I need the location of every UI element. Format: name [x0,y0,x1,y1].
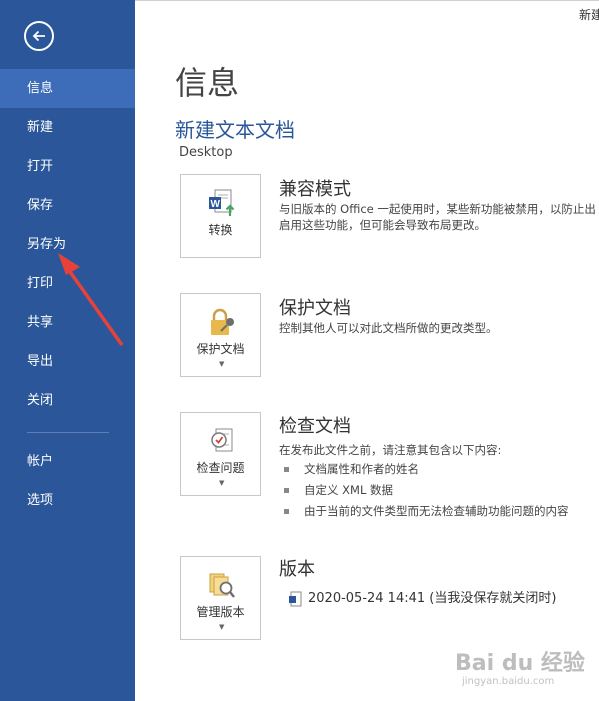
compat-mode-desc-1: 与旧版本的 Office 一起使用时，某些新功能被禁用，以防止出 [279,202,596,216]
manage-versions-label: 管理版本 [196,605,245,619]
chevron-down-icon: ▼ [219,360,225,368]
bullet-icon [284,488,289,493]
document-title: 新建文本文档 [175,118,295,142]
sidebar-item-new[interactable]: 新建 [0,108,135,147]
sidebar-item-options[interactable]: 选项 [0,481,135,520]
protect-document-button[interactable]: 保护文档 ▼ [180,293,261,377]
word-document-icon [289,591,302,606]
bullet-icon [284,509,289,514]
document-path: Desktop [179,145,233,160]
list-item: 文档属性和作者的姓名 [283,459,569,480]
page-title: 信息 [175,64,240,102]
compat-mode-desc-2: 启用这些功能，但可能会导致布局更改。 [279,218,486,232]
chevron-down-icon: ▼ [219,479,225,487]
check-issues-button[interactable]: 检查问题 ▼ [180,412,261,496]
protect-document-label: 保护文档 [196,342,245,356]
sidebar-item-account[interactable]: 帐户 [0,442,135,481]
inspect-document-icon [211,428,233,452]
manage-versions-icon [209,573,235,598]
back-arrow-icon [32,30,45,42]
compat-mode-heading: 兼容模式 [279,179,351,200]
check-issues-label: 检查问题 [196,461,245,475]
sidebar-item-open[interactable]: 打开 [0,147,135,186]
baidu-watermark-url: jingyan.baidu.com [462,676,555,687]
sidebar-item-save[interactable]: 保存 [0,186,135,225]
word-convert-icon: W [209,189,235,216]
sidebar-item-info[interactable]: 信息 [0,69,135,108]
bullet-icon [284,467,289,472]
protect-document-desc: 控制其他人可以对此文档所做的更改类型。 [279,321,498,335]
inspect-items-list: 文档属性和作者的姓名 自定义 XML 数据 由于当前的文件类型而无法检查辅助功能… [283,459,569,522]
list-item: 自定义 XML 数据 [283,480,569,501]
svg-text:W: W [211,199,221,210]
baidu-watermark: Bai du 经验 [455,651,585,676]
window-top-border [135,0,599,1]
chevron-down-icon: ▼ [219,623,225,631]
protect-document-heading: 保护文档 [279,298,351,319]
convert-label: 转换 [208,223,233,237]
convert-button[interactable]: W 转换 [180,174,261,258]
versions-heading: 版本 [279,559,315,580]
lock-key-icon [211,308,234,335]
back-button[interactable] [24,21,54,51]
inspect-document-heading: 检查文档 [279,416,351,437]
red-arrow-annotation [58,253,124,347]
version-entry-text: 2020-05-24 14:41 (当我没保存就关闭时) [308,591,557,606]
window-title: 新建 [579,8,599,22]
sidebar-divider [27,432,109,433]
list-item: 由于当前的文件类型而无法检查辅助功能问题的内容 [283,501,569,522]
version-entry[interactable]: 2020-05-24 14:41 (当我没保存就关闭时) [288,587,556,607]
manage-versions-button[interactable]: 管理版本 ▼ [180,556,261,640]
backstage-sidebar: 信息 新建 打开 保存 另存为 打印 共享 导出 关闭 帐户 选项 [0,0,135,701]
inspect-document-desc: 在发布此文件之前，请注意其包含以下内容: [279,443,502,457]
sidebar-item-close[interactable]: 关闭 [0,381,135,420]
